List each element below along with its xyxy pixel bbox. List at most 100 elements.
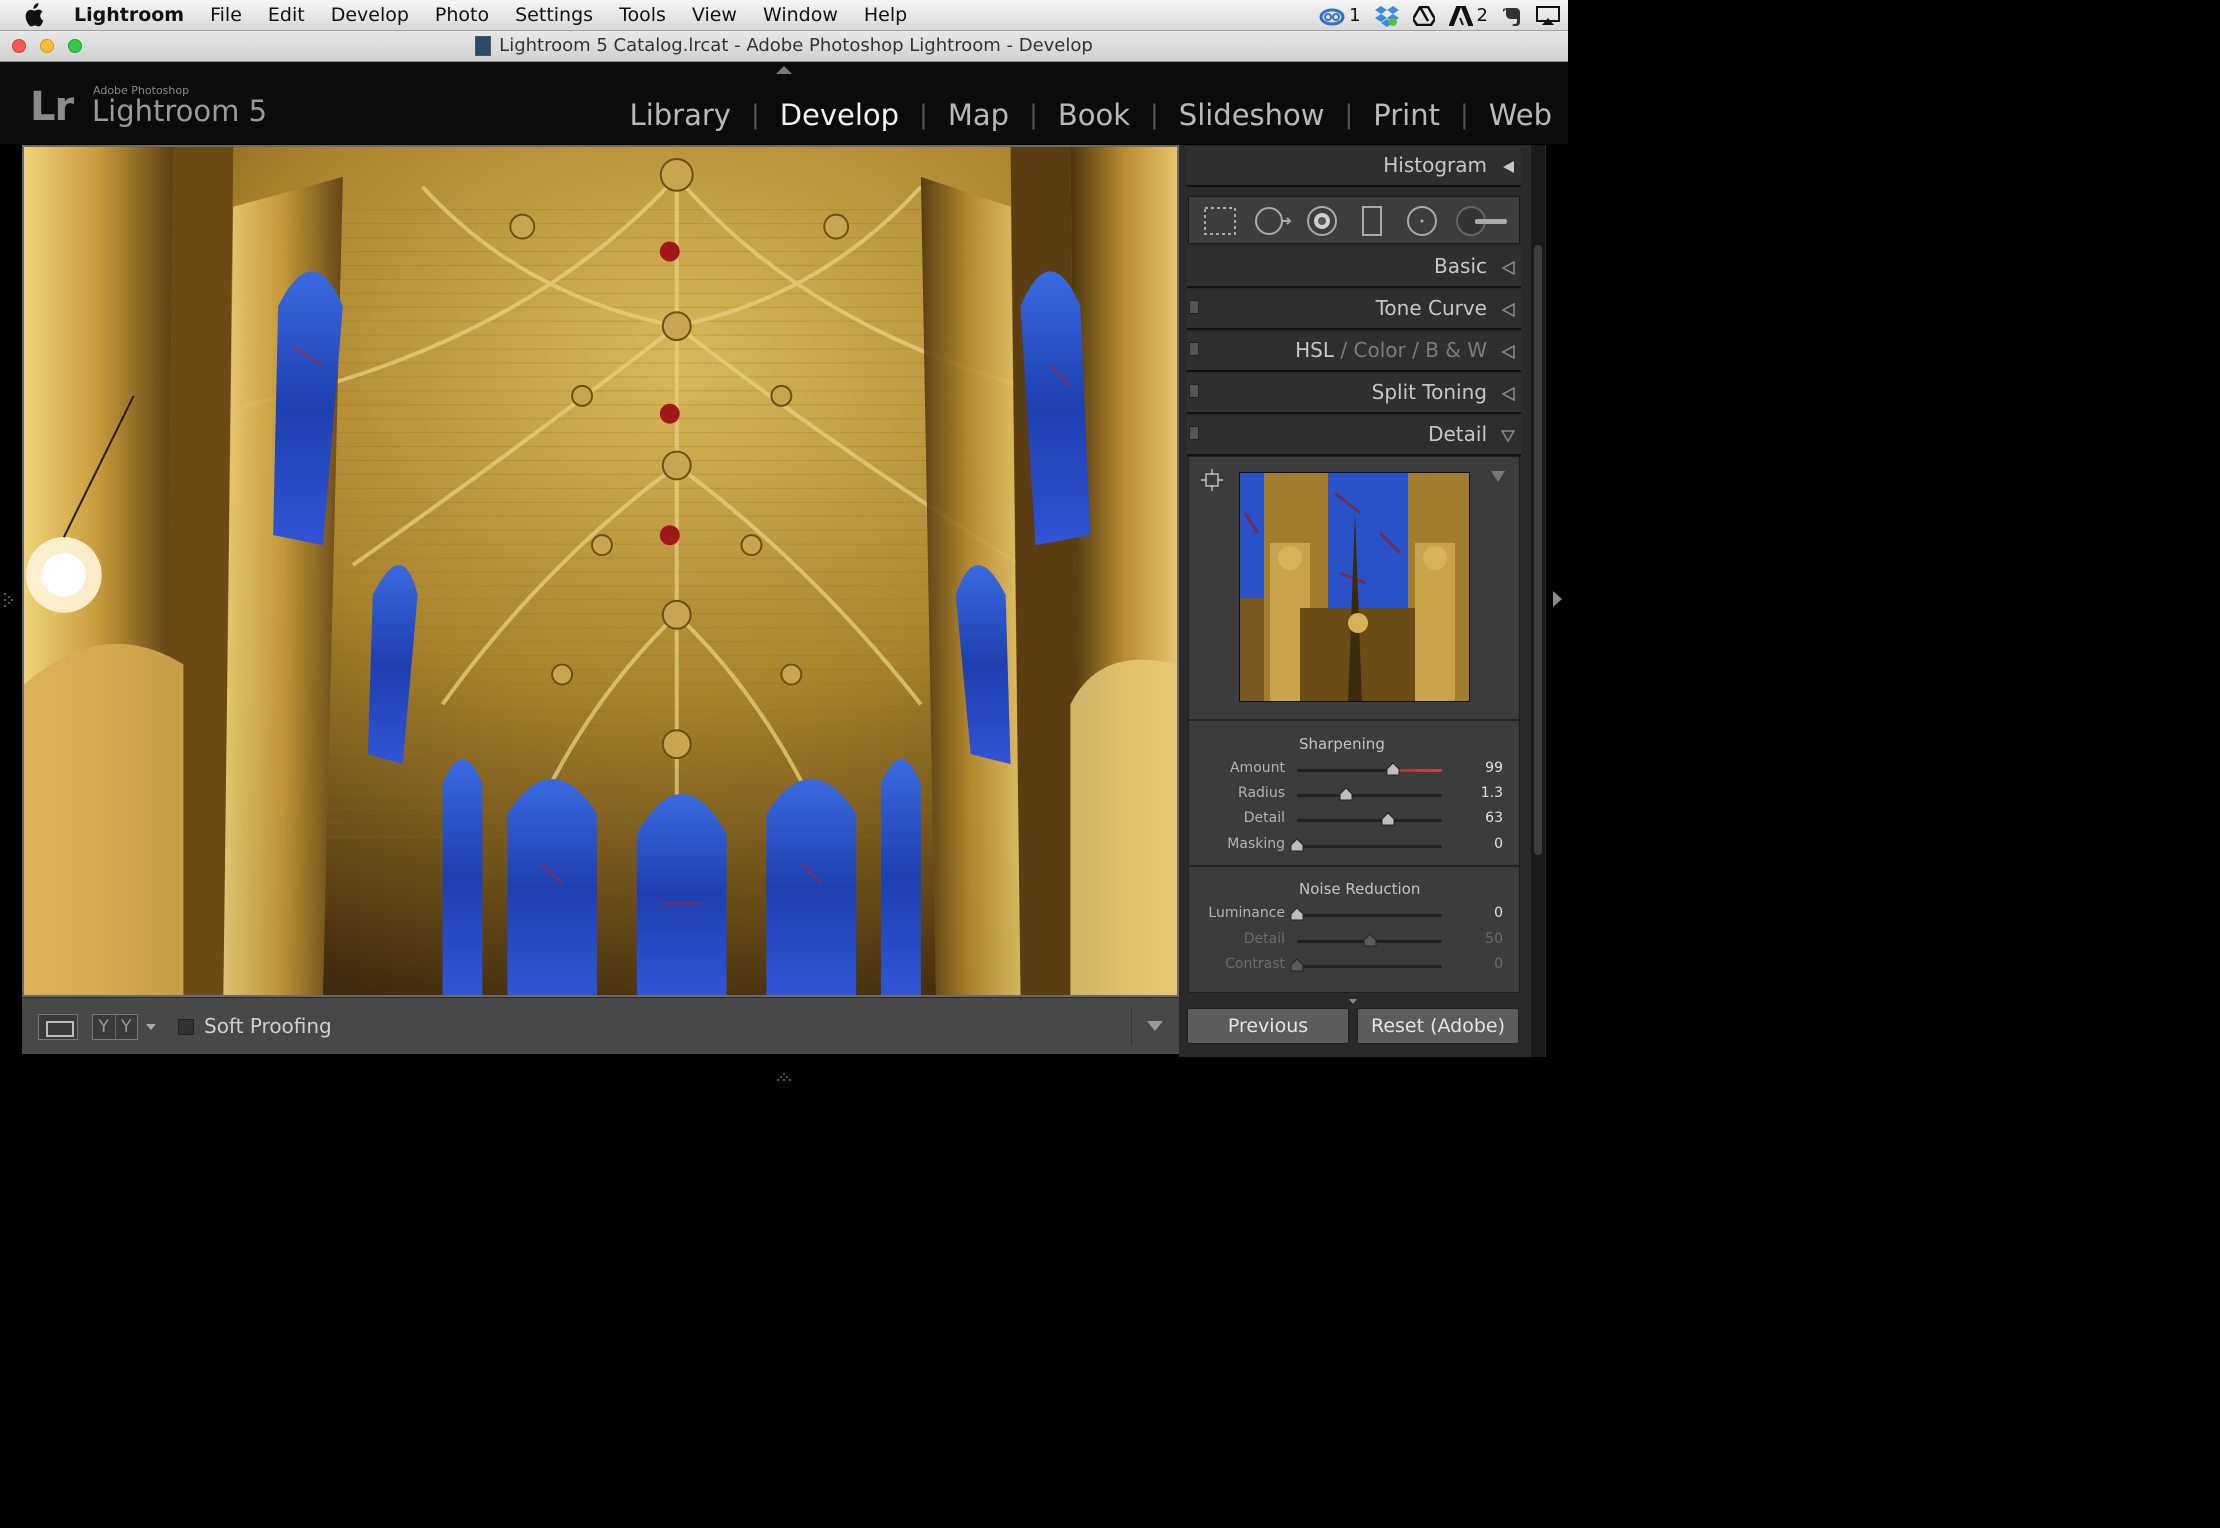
graduated-filter-icon[interactable]	[1360, 205, 1384, 237]
tone-curve-toggle-switch[interactable]	[1189, 300, 1199, 314]
left-panel-expand-icon[interactable]	[3, 591, 13, 609]
nr-contrast-value[interactable]: 0	[1494, 956, 1503, 972]
masking-value[interactable]: 0	[1494, 836, 1503, 852]
top-panel-collapse-icon[interactable]	[776, 66, 792, 74]
scrollbar-thumb[interactable]	[1534, 245, 1542, 855]
amount-slider-thumb[interactable]	[1386, 762, 1400, 776]
luminance-slider-track[interactable]	[1297, 914, 1442, 917]
detail-toggle-switch[interactable]	[1189, 426, 1199, 440]
filmstrip-expand-icon[interactable]	[776, 1066, 792, 1081]
section-divider	[1189, 865, 1521, 867]
detail-title: Detail	[1428, 422, 1487, 446]
panel-end-marker-icon	[1349, 999, 1357, 1004]
module-separator: |	[1150, 100, 1159, 130]
menu-app-lightroom[interactable]: Lightroom	[74, 4, 184, 26]
soft-proofing-checkbox[interactable]	[178, 1019, 194, 1035]
histogram-title: Histogram	[1383, 153, 1487, 177]
detail-preview-window[interactable]	[1239, 472, 1470, 702]
adjustment-brush-icon[interactable]	[1455, 205, 1511, 237]
bw-tab[interactable]: B & W	[1425, 338, 1487, 362]
before-after-dropdown-icon[interactable]	[146, 1024, 156, 1030]
luminance-label: Luminance	[1208, 905, 1285, 921]
hsl-panel-header[interactable]: HSL / Color / B & W	[1187, 332, 1521, 372]
menu-edit[interactable]: Edit	[268, 4, 305, 26]
luminance-value[interactable]: 0	[1494, 905, 1503, 921]
tray-adobe[interactable]: 2	[1448, 5, 1488, 26]
spot-removal-icon[interactable]	[1253, 205, 1293, 237]
nr-luminance-row: Luminance 0	[1189, 904, 1521, 926]
histogram-panel-header[interactable]: Histogram	[1187, 147, 1521, 187]
split-toning-panel-header[interactable]: Split Toning	[1187, 374, 1521, 414]
right-panel-scrollbar[interactable]	[1531, 145, 1545, 1057]
radius-slider-thumb[interactable]	[1339, 787, 1353, 801]
menu-file[interactable]: File	[210, 4, 242, 26]
tray-creative-cloud[interactable]: 1	[1319, 5, 1361, 26]
tray-dropbox[interactable]	[1374, 5, 1399, 27]
radius-slider-track[interactable]	[1297, 794, 1442, 797]
module-web[interactable]: Web	[1489, 98, 1552, 132]
photo-viewer[interactable]	[22, 145, 1179, 997]
apple-icon[interactable]	[22, 3, 54, 27]
detail-panel-header[interactable]: Detail	[1187, 416, 1521, 456]
menu-tools[interactable]: Tools	[619, 4, 666, 26]
amount-slider-track[interactable]	[1297, 769, 1442, 772]
loupe-view-button[interactable]	[38, 1014, 78, 1040]
split-toning-title: Split Toning	[1371, 380, 1487, 404]
sharpening-detail-slider-thumb[interactable]	[1381, 812, 1395, 826]
tray-google-drive[interactable]	[1412, 5, 1435, 26]
before-after-left: Y	[93, 1015, 116, 1039]
dropbox-icon	[1374, 5, 1399, 27]
nr-detail-value[interactable]: 50	[1485, 931, 1503, 947]
previous-button[interactable]: Previous	[1187, 1008, 1349, 1044]
tray-creative-cloud-count: 1	[1349, 5, 1361, 26]
hsl-toggle-switch[interactable]	[1189, 342, 1199, 356]
tray-evernote[interactable]	[1502, 5, 1522, 27]
color-tab[interactable]: Color	[1354, 338, 1406, 362]
luminance-slider-thumb[interactable]	[1290, 907, 1304, 921]
menu-help[interactable]: Help	[864, 4, 907, 26]
crop-overlay-icon[interactable]	[1203, 206, 1237, 236]
red-eye-correction-icon[interactable]	[1306, 205, 1338, 237]
sharpening-detail-value[interactable]: 63	[1485, 810, 1503, 826]
menu-develop[interactable]: Develop	[331, 4, 409, 26]
menu-photo[interactable]: Photo	[435, 4, 489, 26]
preview-zoom-dropdown-icon[interactable]	[1491, 471, 1505, 482]
tone-curve-title: Tone Curve	[1375, 296, 1487, 320]
module-library[interactable]: Library	[630, 98, 731, 132]
module-separator: |	[750, 100, 760, 130]
hsl-tab[interactable]: HSL	[1295, 338, 1334, 362]
tray-adobe-count: 2	[1476, 5, 1488, 26]
catalog-file-icon	[475, 35, 492, 56]
masking-slider-track[interactable]	[1297, 845, 1442, 848]
tray-airplay[interactable]	[1536, 5, 1560, 26]
nr-detail-slider-thumb[interactable]	[1363, 933, 1377, 947]
amount-value[interactable]: 99	[1485, 760, 1503, 776]
toolbar-content-menu-icon[interactable]	[1131, 1008, 1179, 1046]
nr-contrast-slider-thumb[interactable]	[1290, 958, 1304, 972]
module-map[interactable]: Map	[948, 98, 1009, 132]
radius-value[interactable]: 1.3	[1481, 785, 1503, 801]
sharpening-detail-slider-track[interactable]	[1297, 819, 1442, 822]
creative-cloud-icon	[1319, 8, 1345, 25]
module-print[interactable]: Print	[1373, 98, 1440, 132]
module-slideshow[interactable]: Slideshow	[1179, 98, 1325, 132]
hsl-title: HSL / Color / B & W	[1295, 338, 1487, 362]
split-toning-toggle-switch[interactable]	[1189, 384, 1199, 398]
menu-window[interactable]: Window	[763, 4, 838, 26]
module-develop[interactable]: Develop	[780, 98, 899, 132]
menu-view[interactable]: View	[692, 4, 737, 26]
radial-filter-icon[interactable]	[1406, 205, 1438, 237]
target-crosshair-icon[interactable]	[1201, 469, 1223, 491]
before-after-button[interactable]: Y Y	[92, 1014, 138, 1040]
basic-panel-header[interactable]: Basic	[1187, 248, 1521, 288]
module-picker: Library | Develop | Map | Book | Slidesh…	[630, 98, 1552, 132]
right-panel-collapse-icon[interactable]	[1553, 591, 1562, 607]
menu-settings[interactable]: Settings	[515, 4, 593, 26]
tone-curve-panel-header[interactable]: Tone Curve	[1187, 290, 1521, 330]
window-title-text: Lightroom 5 Catalog.lrcat - Adobe Photos…	[499, 35, 1093, 56]
reset-adobe-button[interactable]: Reset (Adobe)	[1357, 1008, 1519, 1044]
masking-slider-thumb[interactable]	[1290, 838, 1304, 852]
nr-contrast-slider-track[interactable]	[1297, 965, 1442, 968]
nr-detail-row: Detail 50	[1189, 930, 1521, 952]
module-book[interactable]: Book	[1058, 98, 1130, 132]
